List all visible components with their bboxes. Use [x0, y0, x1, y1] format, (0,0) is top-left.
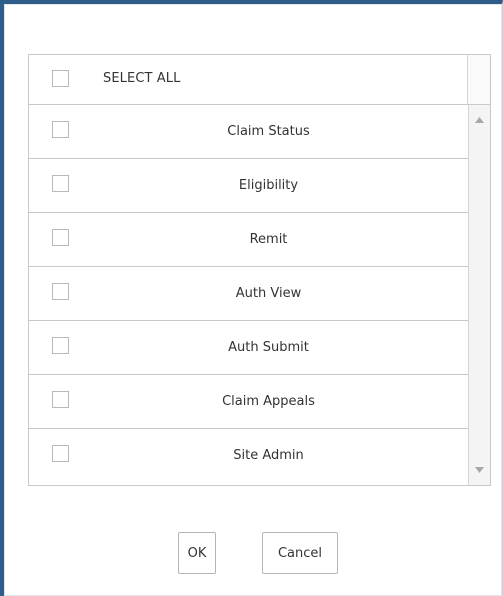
grid-header: SELECT ALL [29, 55, 490, 105]
row-label: Auth View [235, 286, 302, 301]
permissions-grid: SELECT ALL Claim Status Eligibility Remi… [28, 54, 491, 486]
row-checkbox[interactable] [52, 391, 69, 408]
scroll-up-button[interactable] [469, 111, 490, 129]
row-label: Claim Status [227, 124, 310, 139]
grid-row-remit: Remit [29, 213, 468, 267]
ok-button[interactable]: OK [178, 532, 216, 574]
row-checkbox[interactable] [52, 337, 69, 354]
grid-row-site-admin: Site Admin [29, 429, 468, 483]
row-checkbox[interactable] [52, 445, 69, 462]
cancel-button[interactable]: Cancel [262, 532, 338, 574]
grid-row-auth-submit: Auth Submit [29, 321, 468, 375]
row-checkbox[interactable] [52, 175, 69, 192]
scroll-down-button[interactable] [469, 461, 490, 479]
header-scrollbar-spacer [467, 55, 490, 104]
row-label: Remit [249, 232, 288, 247]
grid-row-claim-appeals: Claim Appeals [29, 375, 468, 429]
grid-scrollbar[interactable] [468, 105, 490, 485]
grid-row-auth-view: Auth View [29, 267, 468, 321]
scroll-thumb[interactable] [473, 135, 486, 455]
row-checkbox[interactable] [52, 283, 69, 300]
row-checkbox[interactable] [52, 121, 69, 138]
grid-row-eligibility: Eligibility [29, 159, 468, 213]
row-label: Eligibility [238, 178, 299, 193]
grid-row-claim-status: Claim Status [29, 105, 468, 159]
select-all-checkbox[interactable] [52, 70, 69, 87]
select-all-label: SELECT ALL [103, 71, 181, 86]
permissions-dialog: SELECT ALL Claim Status Eligibility Remi… [0, 0, 503, 596]
grid-body: Claim Status Eligibility Remit Auth View… [29, 105, 468, 485]
row-label: Claim Appeals [222, 394, 315, 409]
triangle-up-icon [475, 117, 484, 123]
row-label: Auth Submit [228, 340, 309, 355]
row-label: Site Admin [233, 448, 304, 463]
row-checkbox[interactable] [52, 229, 69, 246]
triangle-down-icon [475, 467, 484, 473]
